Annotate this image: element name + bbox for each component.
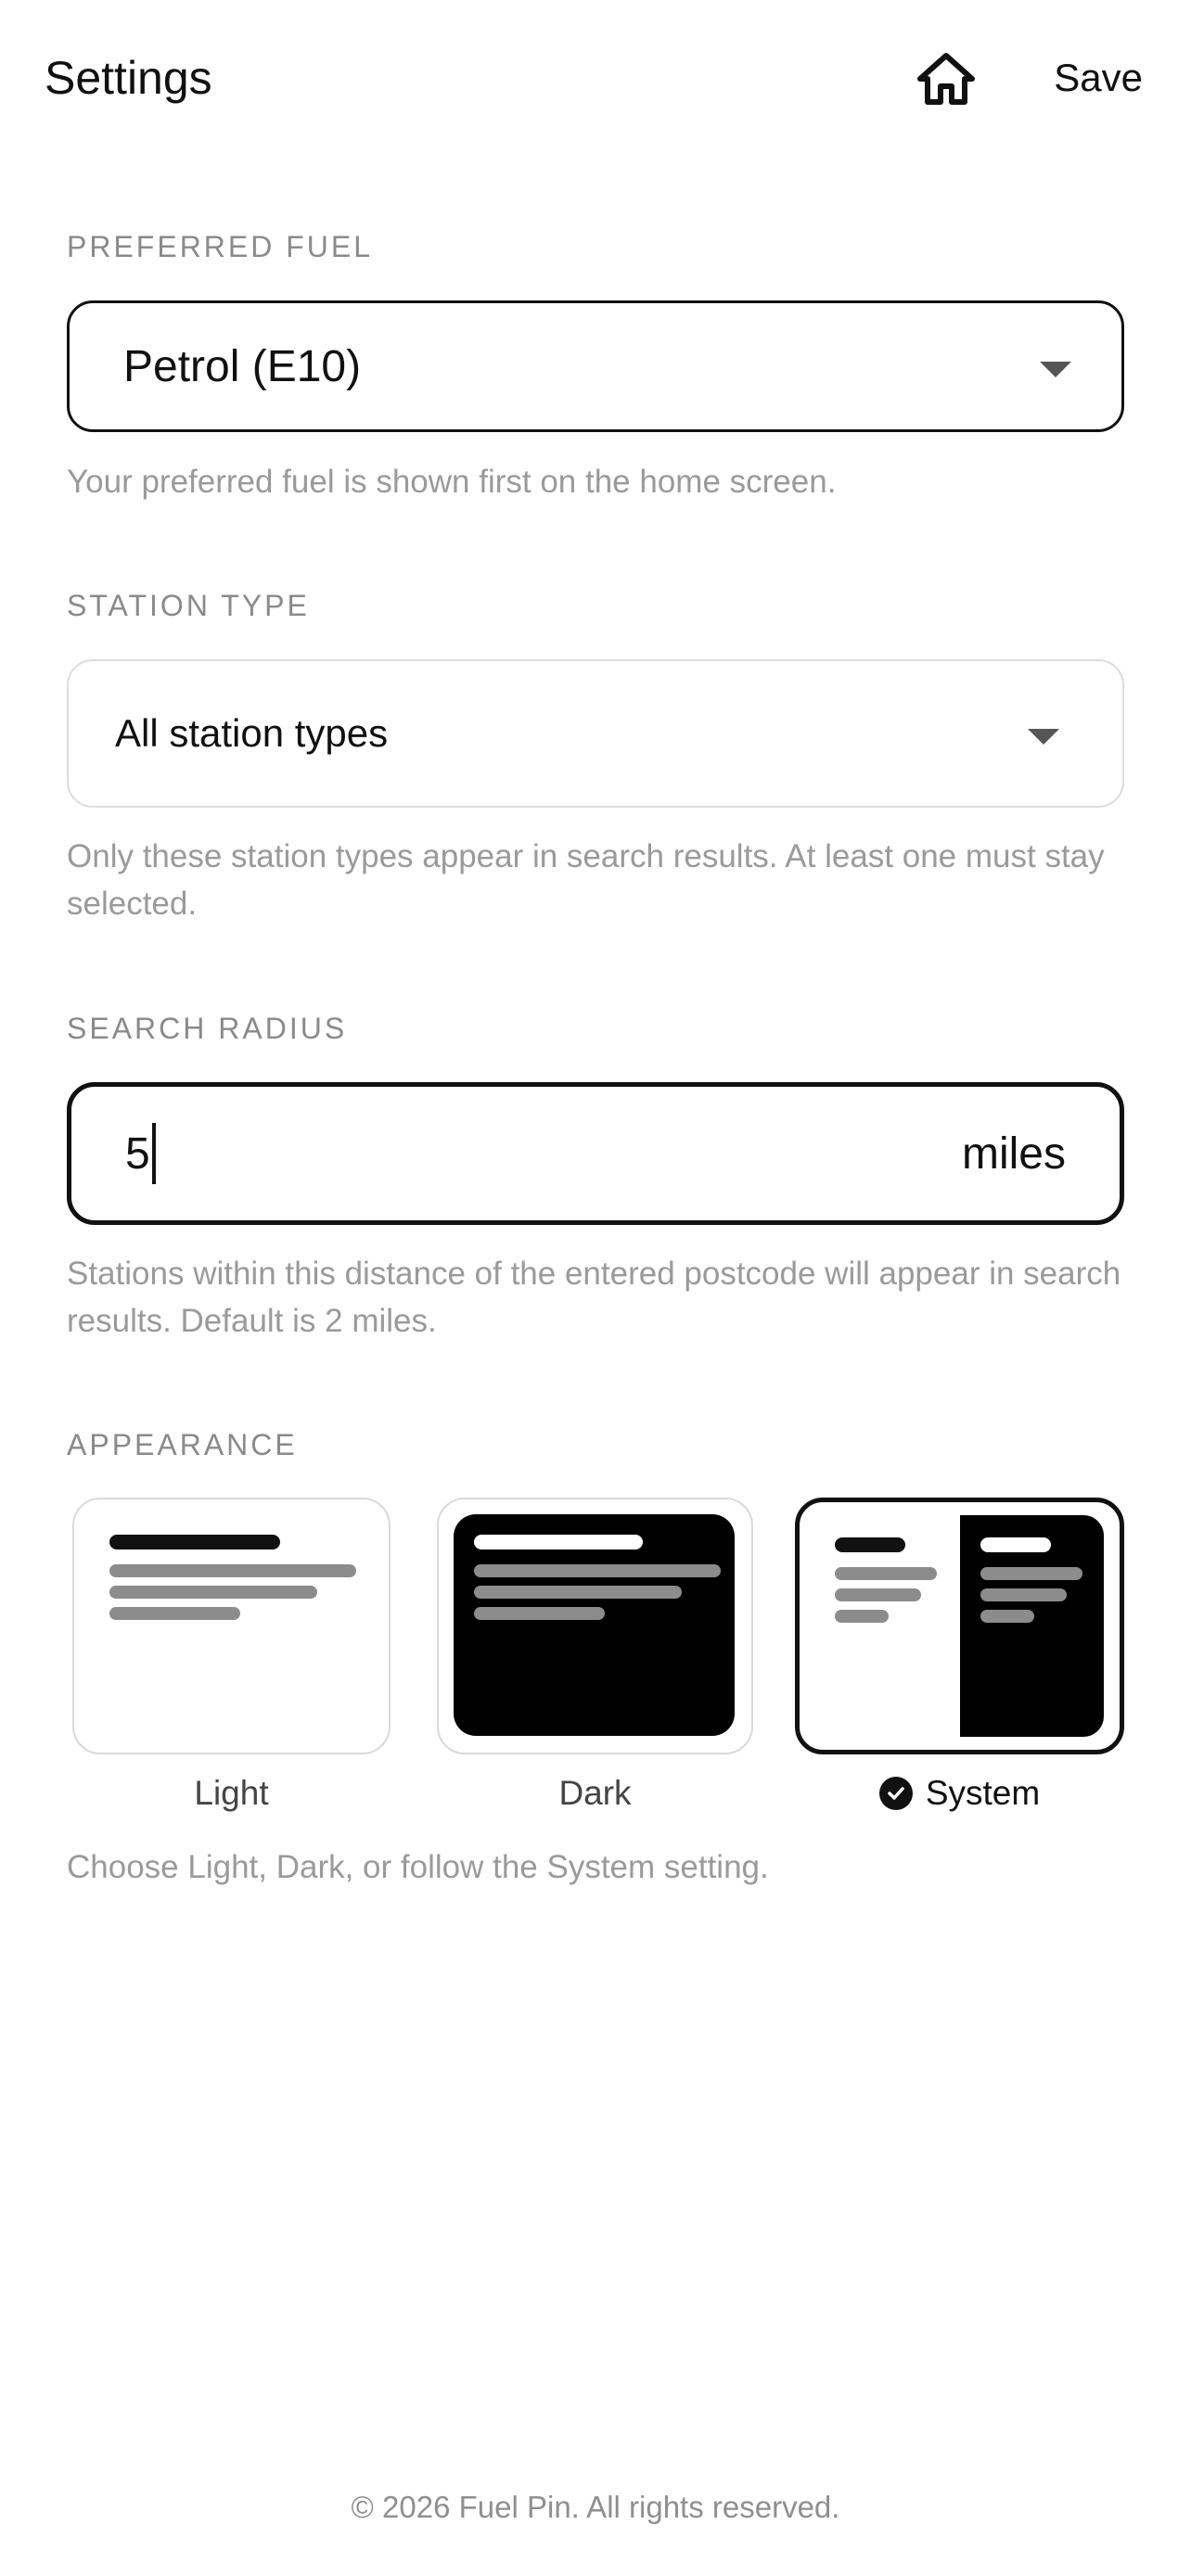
- station-type-helper: Only these station types appear in searc…: [67, 838, 1105, 922]
- preview-line-bar: [835, 1567, 937, 1580]
- station-type-label: STATION TYPE: [67, 589, 310, 622]
- chevron-down-icon: [1040, 362, 1071, 377]
- search-radius-value: 5: [125, 1129, 150, 1179]
- theme-option-light[interactable]: [72, 1498, 391, 1754]
- footer-copyright: © 2026 Fuel Pin. All rights reserved.: [351, 2490, 840, 2524]
- theme-label-dark: Dark: [558, 1774, 632, 1812]
- home-button[interactable]: [909, 43, 983, 115]
- check-circle-icon: [878, 1777, 913, 1810]
- system-dark-half: [960, 1515, 1104, 1737]
- search-radius-helper: Stations within this distance of the ent…: [67, 1256, 1121, 1339]
- preferred-fuel-helper: Your preferred fuel is shown first on th…: [67, 464, 837, 500]
- page-title: Settings: [45, 52, 212, 104]
- preview-line-bar: [980, 1588, 1067, 1601]
- preferred-fuel-select[interactable]: Petrol (E10): [67, 300, 1124, 432]
- preview-line-bar: [109, 1564, 356, 1577]
- preview-line-bar: [474, 1607, 605, 1620]
- appearance-helper: Choose Light, Dark, or follow the System…: [67, 1849, 769, 1885]
- dark-preview-panel: [454, 1514, 735, 1736]
- preview-line-bar: [980, 1610, 1034, 1623]
- home-icon: [917, 53, 975, 105]
- station-type-select[interactable]: All station types: [67, 659, 1124, 808]
- app-header: Settings Save: [0, 0, 1191, 156]
- preview-line-bar: [980, 1567, 1082, 1580]
- appearance-label: APPEARANCE: [67, 1428, 298, 1461]
- preferred-fuel-value: Petrol (E10): [123, 341, 362, 391]
- theme-option-system[interactable]: [795, 1498, 1124, 1754]
- theme-label-system-wrap: System: [795, 1769, 1124, 1817]
- preview-heading-bar: [474, 1535, 643, 1549]
- preferred-fuel-label: PREFERRED FUEL: [67, 230, 374, 263]
- text-cursor: [151, 1123, 156, 1184]
- station-type-value: All station types: [115, 711, 389, 755]
- theme-option-dark[interactable]: [437, 1498, 753, 1754]
- preview-heading-bar: [109, 1535, 280, 1549]
- search-radius-unit: miles: [961, 1129, 1066, 1179]
- search-radius-label: SEARCH RADIUS: [67, 1012, 348, 1045]
- preview-heading-bar: [980, 1537, 1051, 1552]
- preview-line-bar: [835, 1610, 889, 1623]
- preview-line-bar: [835, 1588, 921, 1601]
- search-radius-input[interactable]: 5 miles: [67, 1082, 1124, 1225]
- theme-label-light: Light: [194, 1774, 269, 1812]
- preview-line-bar: [474, 1586, 682, 1599]
- preview-line-bar: [109, 1607, 240, 1620]
- chevron-down-icon: [1028, 729, 1059, 745]
- preview-line-bar: [109, 1586, 317, 1599]
- save-button[interactable]: Save: [1054, 46, 1143, 109]
- theme-label-system: System: [925, 1774, 1041, 1812]
- preview-heading-bar: [835, 1537, 905, 1552]
- preview-line-bar: [474, 1564, 721, 1577]
